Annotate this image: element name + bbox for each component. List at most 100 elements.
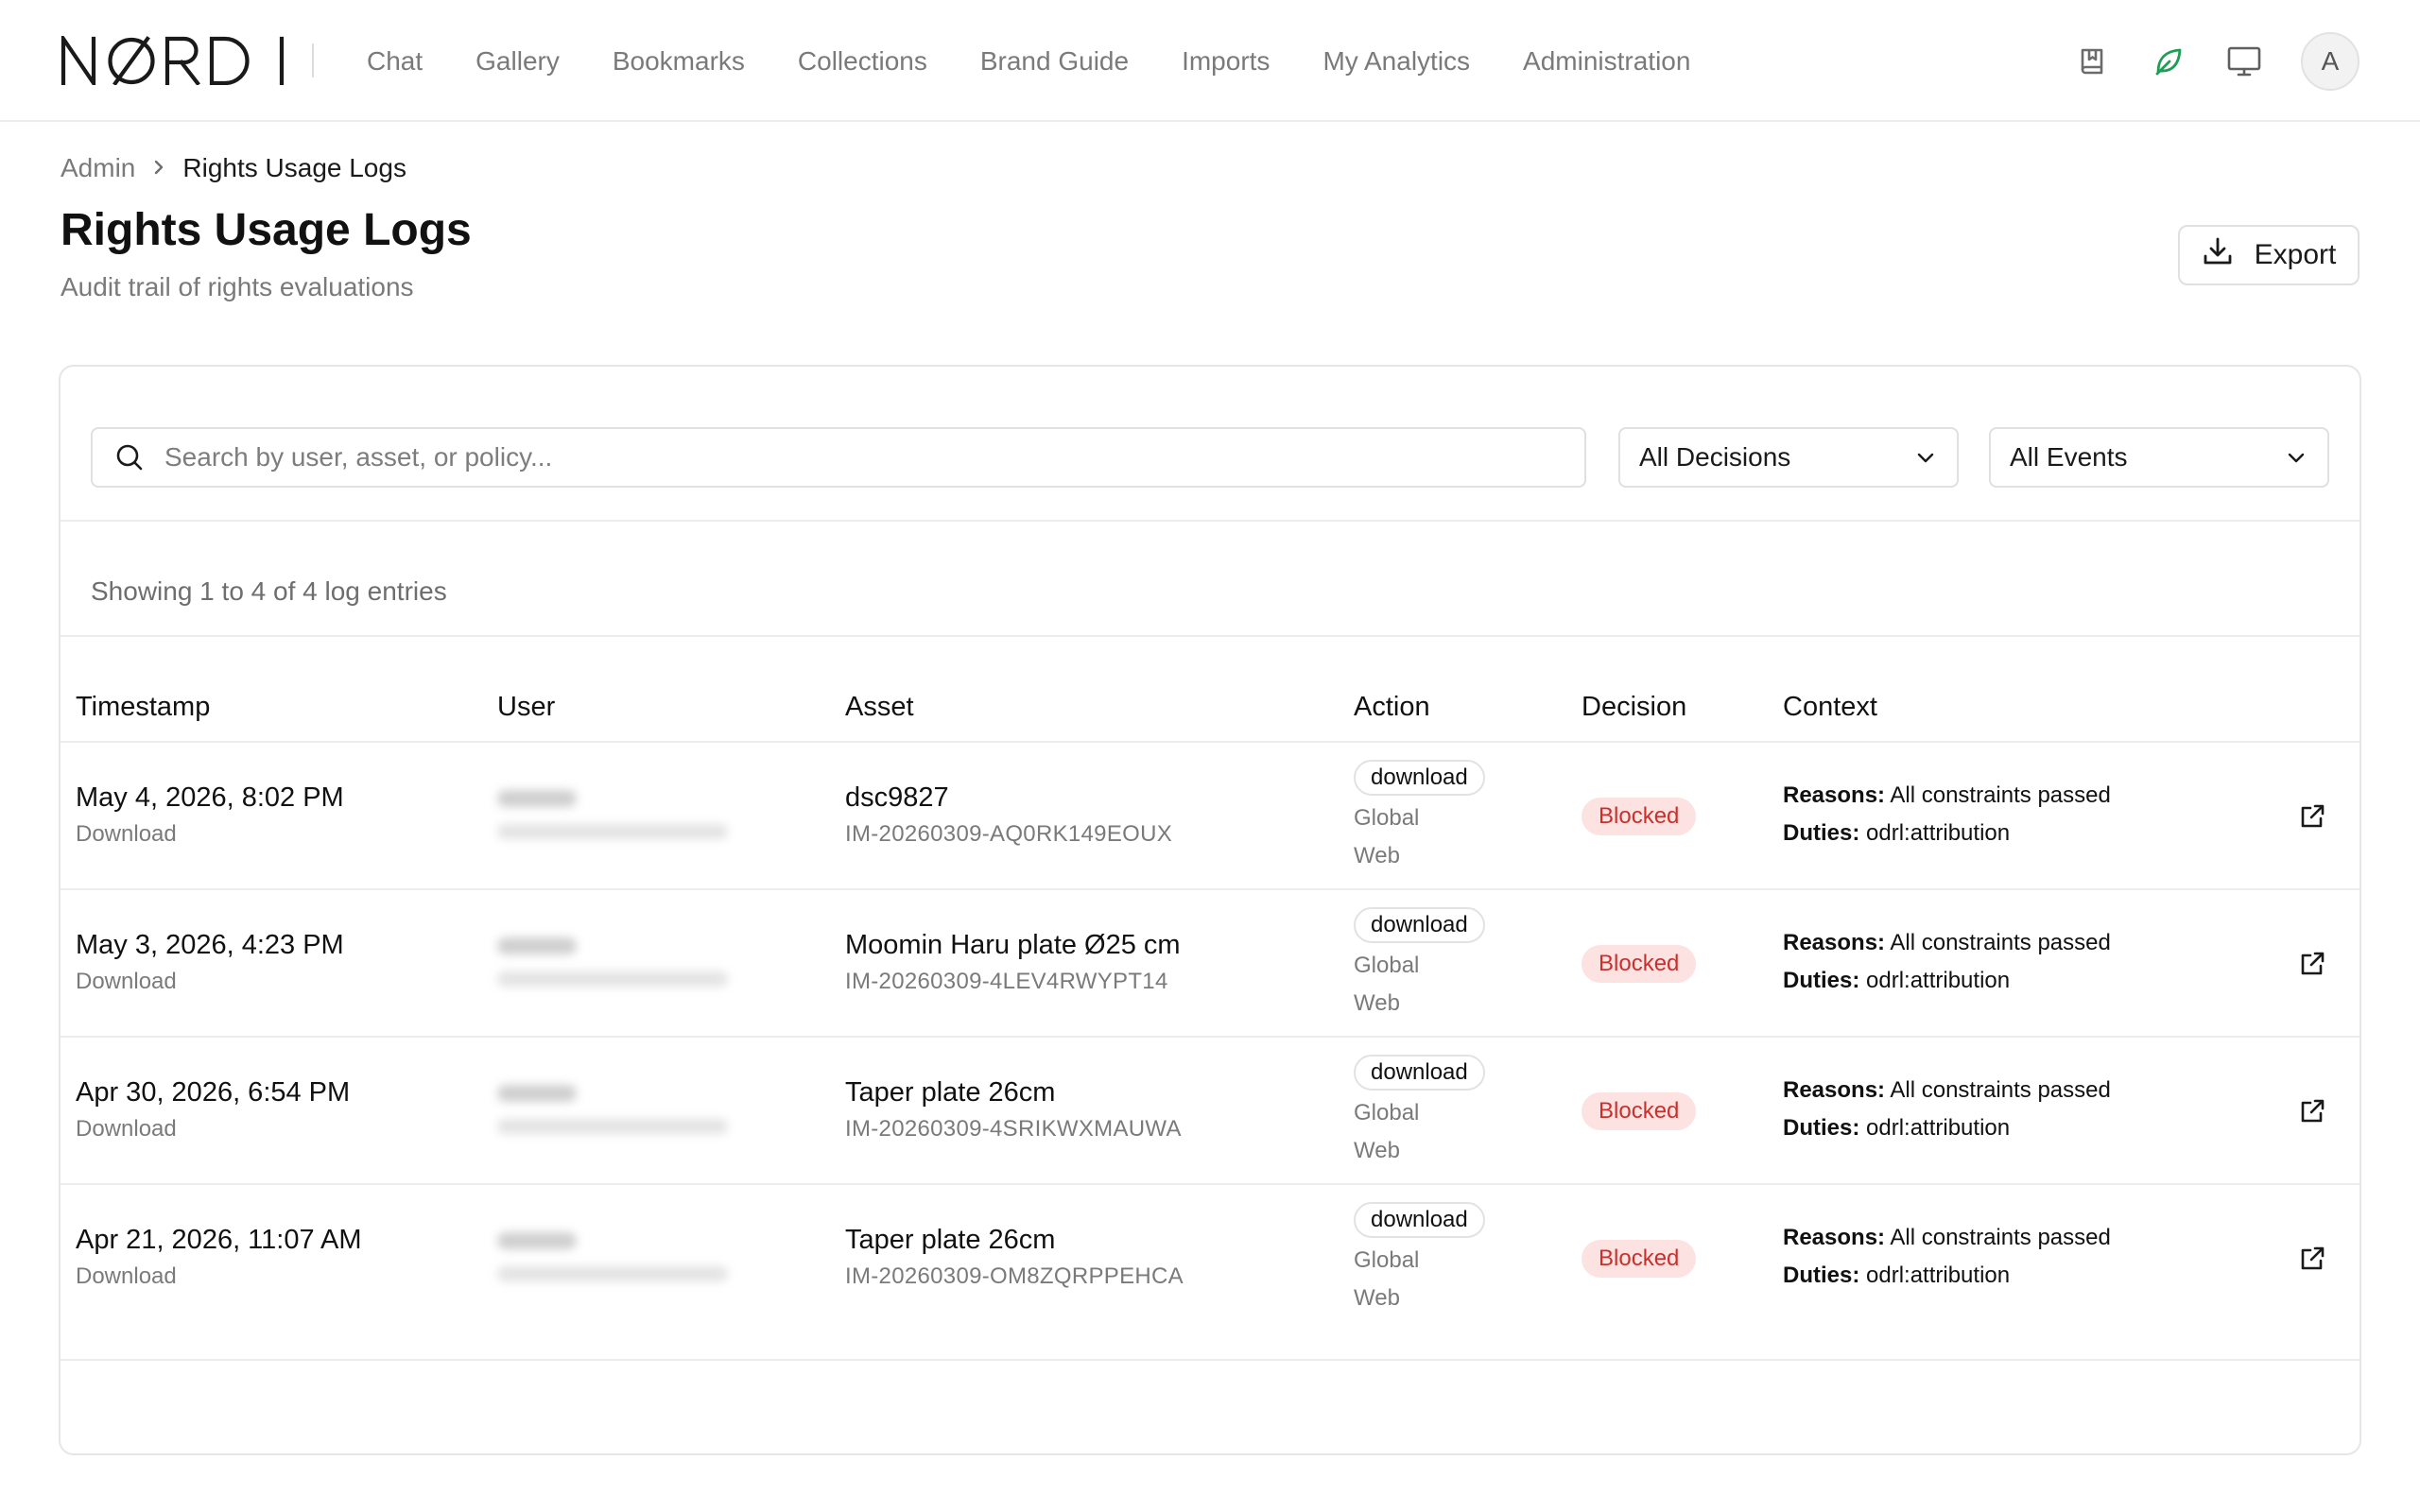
user-cell-redacted (497, 1232, 728, 1281)
breadcrumb-current: Rights Usage Logs (182, 153, 406, 182)
duties-label: Duties: (1783, 1115, 1860, 1141)
nav-bookmarks[interactable]: Bookmarks (613, 46, 745, 77)
context-duties: Duties: odrl:attribution (1783, 962, 2111, 1000)
event-type: Download (76, 1263, 177, 1289)
context-reasons: Reasons: All constraints passed (1783, 777, 2111, 815)
timestamp-cell: May 4, 2026, 8:02 PM Download (76, 782, 344, 848)
table-header: Timestamp User Asset Action Decision Con… (60, 637, 2360, 743)
column-header-timestamp[interactable]: Timestamp (76, 692, 210, 723)
redacted-user-email (497, 971, 728, 987)
table-row[interactable]: May 4, 2026, 8:02 PM Download dsc9827 IM… (60, 743, 2360, 890)
asset-name[interactable]: Moomin Haru plate Ø25 cm (845, 930, 1181, 961)
timestamp-cell: May 3, 2026, 4:23 PM Download (76, 930, 344, 995)
external-link-icon[interactable] (2297, 949, 2327, 979)
nav-administration[interactable]: Administration (1523, 46, 1690, 77)
redacted-user-name (497, 790, 577, 807)
external-link-icon[interactable] (2297, 801, 2327, 832)
timestamp: Apr 30, 2026, 6:54 PM (76, 1077, 351, 1108)
context-cell: Reasons: All constraints passed Duties: … (1783, 1219, 2111, 1295)
action-badge: download (1354, 907, 1485, 943)
column-header-context[interactable]: Context (1783, 692, 1877, 723)
column-header-asset[interactable]: Asset (845, 692, 914, 723)
timestamp: May 4, 2026, 8:02 PM (76, 782, 344, 813)
context-duties: Duties: odrl:attribution (1783, 1109, 2111, 1147)
event-filter-value: All Events (2010, 442, 2128, 472)
nordi-logo[interactable] (60, 32, 285, 90)
nav-brand-guide[interactable]: Brand Guide (980, 46, 1129, 77)
user-avatar[interactable]: A (2301, 31, 2360, 91)
duties-value: odrl:attribution (1866, 1115, 2011, 1141)
user-cell-redacted (497, 937, 728, 987)
nav-collections[interactable]: Collections (798, 46, 927, 77)
context-duties: Duties: odrl:attribution (1783, 815, 2111, 852)
decision-filter-select[interactable]: All Decisions (1618, 427, 1959, 488)
nav-gallery[interactable]: Gallery (475, 46, 560, 77)
column-header-user[interactable]: User (497, 692, 555, 723)
duties-label: Duties: (1783, 968, 1860, 993)
user-cell-redacted (497, 790, 728, 839)
redacted-user-name (497, 1085, 577, 1102)
chevron-down-icon (1917, 453, 1934, 463)
user-cell-redacted (497, 1085, 728, 1134)
duties-value: odrl:attribution (1866, 820, 2011, 846)
event-filter-select[interactable]: All Events (1989, 427, 2329, 488)
chevron-down-icon (2288, 453, 2305, 463)
asset-id: IM-20260309-OM8ZQRPPEHCA (845, 1263, 1184, 1289)
nav-my-analytics[interactable]: My Analytics (1322, 46, 1470, 77)
action-scope: Global (1354, 953, 1420, 978)
status-badge: Blocked (1582, 1240, 1697, 1278)
status-badge: Blocked (1582, 945, 1697, 983)
duties-label: Duties: (1783, 820, 1860, 846)
decision-filter-value: All Decisions (1639, 442, 1791, 472)
book-icon[interactable] (2074, 43, 2112, 80)
duties-value: odrl:attribution (1866, 968, 2011, 993)
action-channel: Web (1354, 1138, 1400, 1163)
download-icon (2202, 235, 2234, 275)
context-reasons: Reasons: All constraints passed (1783, 1072, 2111, 1109)
chevron-right-icon (152, 153, 165, 183)
export-button[interactable]: Export (2178, 225, 2360, 285)
nav-imports[interactable]: Imports (1182, 46, 1270, 77)
asset-cell: dsc9827 IM-20260309-AQ0RK149EOUX (845, 782, 1172, 848)
column-header-decision[interactable]: Decision (1582, 692, 1686, 723)
table-row[interactable]: May 3, 2026, 4:23 PM Download Moomin Har… (60, 890, 2360, 1038)
filter-bar: All Decisions All Events (60, 367, 2360, 522)
asset-name[interactable]: Taper plate 26cm (845, 1225, 1184, 1256)
top-navigation-bar: Chat Gallery Bookmarks Collections Brand… (0, 0, 2420, 122)
search-input[interactable] (164, 429, 1584, 486)
external-link-icon[interactable] (2297, 1096, 2327, 1126)
context-cell: Reasons: All constraints passed Duties: … (1783, 1072, 2111, 1147)
redacted-user-email (497, 1266, 728, 1281)
search-field[interactable] (91, 427, 1586, 488)
monitor-icon[interactable] (2225, 43, 2263, 80)
event-type: Download (76, 969, 177, 994)
context-duties: Duties: odrl:attribution (1783, 1257, 2111, 1295)
asset-name[interactable]: Taper plate 26cm (845, 1077, 1182, 1108)
table-row[interactable]: Apr 30, 2026, 6:54 PM Download Taper pla… (60, 1038, 2360, 1185)
external-link-icon[interactable] (2297, 1244, 2327, 1274)
action-cell: download Global Web (1354, 760, 1485, 875)
reasons-value: All constraints passed (1890, 930, 2111, 955)
asset-name[interactable]: dsc9827 (845, 782, 1172, 814)
table-row[interactable]: Apr 21, 2026, 11:07 AM Download Taper pl… (60, 1185, 2360, 1361)
decision-cell: Blocked (1582, 945, 1697, 983)
action-channel: Web (1354, 1285, 1400, 1311)
action-channel: Web (1354, 990, 1400, 1016)
timestamp: Apr 21, 2026, 11:07 AM (76, 1225, 362, 1255)
asset-cell: Moomin Haru plate Ø25 cm IM-20260309-4LE… (845, 930, 1181, 995)
redacted-user-email (497, 1119, 728, 1134)
leaf-icon[interactable] (2150, 43, 2187, 80)
breadcrumb-admin[interactable]: Admin (60, 153, 135, 183)
top-actions: A (2074, 0, 2360, 122)
context-cell: Reasons: All constraints passed Duties: … (1783, 924, 2111, 1000)
results-summary: Showing 1 to 4 of 4 log entries (91, 576, 447, 606)
action-cell: download Global Web (1354, 907, 1485, 1022)
decision-cell: Blocked (1582, 798, 1697, 835)
column-header-action[interactable]: Action (1354, 692, 1430, 723)
nav-chat[interactable]: Chat (367, 46, 423, 77)
action-badge: download (1354, 1055, 1485, 1091)
decision-cell: Blocked (1582, 1092, 1697, 1130)
duties-value: odrl:attribution (1866, 1263, 2011, 1288)
logs-card: All Decisions All Events Showing 1 to 4 … (59, 365, 2361, 1455)
action-cell: download Global Web (1354, 1055, 1485, 1170)
